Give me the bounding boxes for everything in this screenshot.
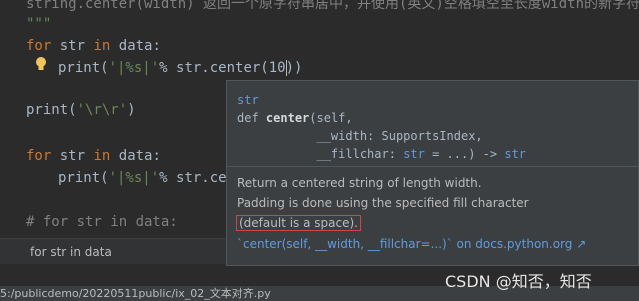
doc-description: Return a centered string of length width…: [236, 173, 529, 233]
iterable: data:: [118, 38, 161, 54]
function-name: center: [265, 111, 310, 125]
type-link-str[interactable]: str: [403, 147, 425, 161]
docstring-line: string.center(width) 返回一个原字符串居中，并使用(英文)空…: [26, 0, 639, 12]
desc-line-3-highlight: (default is a space).: [236, 215, 361, 231]
print-args: % str.center(10)): [159, 60, 303, 76]
code-line-print-2: print('\r\r'): [26, 100, 136, 120]
popup-divider: [227, 166, 638, 167]
print-call: print(: [26, 102, 77, 118]
desc-line-2: Padding is done using the specified fill…: [237, 196, 529, 210]
code-line-for-2: for str in data:: [26, 146, 161, 166]
keyword-in: in: [93, 38, 111, 54]
print-call: print(: [58, 170, 109, 186]
param-width: __width: SupportsIndex,: [316, 129, 483, 143]
var-str: str: [59, 38, 86, 54]
keyword-in: in: [93, 148, 111, 164]
format-string: '|%s|': [108, 170, 160, 186]
code-line-print-1: print('|%s|'% str.center(10)): [58, 58, 302, 78]
keyword-for: for: [26, 38, 52, 54]
breadcrumb-item[interactable]: for str in data: [30, 245, 112, 259]
function-signature: str def center(self, __width: SupportsIn…: [237, 91, 526, 163]
docstring-end: """: [26, 16, 52, 32]
escape-string: '\r\r': [76, 102, 128, 118]
text-caret: [286, 60, 287, 76]
comment-line: # for str in data:: [26, 214, 178, 230]
module-link[interactable]: str: [237, 93, 259, 107]
external-doc-link[interactable]: `center(self, __width, __fillchar=...)` …: [237, 237, 586, 251]
param-self: (self,: [309, 111, 353, 125]
code-line-for-1: for str in data:: [26, 36, 161, 56]
print-call: print(: [58, 60, 109, 76]
keyword-for: for: [26, 148, 52, 164]
print-args: % str.cen: [159, 170, 236, 186]
paren-close: ): [127, 102, 136, 118]
param-default: = ...) ->: [424, 147, 505, 161]
format-string: '|%s|': [108, 60, 160, 76]
def-keyword: def: [237, 111, 259, 125]
quick-documentation-popup: str def center(self, __width: SupportsIn…: [226, 80, 639, 266]
var-str: str: [59, 148, 86, 164]
code-line-print-3: print('|%s|'% str.cen: [58, 168, 235, 188]
watermark: CSDN @知否，知否: [445, 272, 592, 291]
iterable: data:: [118, 148, 161, 164]
lightbulb-icon[interactable]: [34, 56, 48, 72]
param-fillchar: __fillchar:: [316, 147, 404, 161]
desc-line-1: Return a centered string of length width…: [237, 176, 482, 190]
return-type-link[interactable]: str: [504, 147, 526, 161]
